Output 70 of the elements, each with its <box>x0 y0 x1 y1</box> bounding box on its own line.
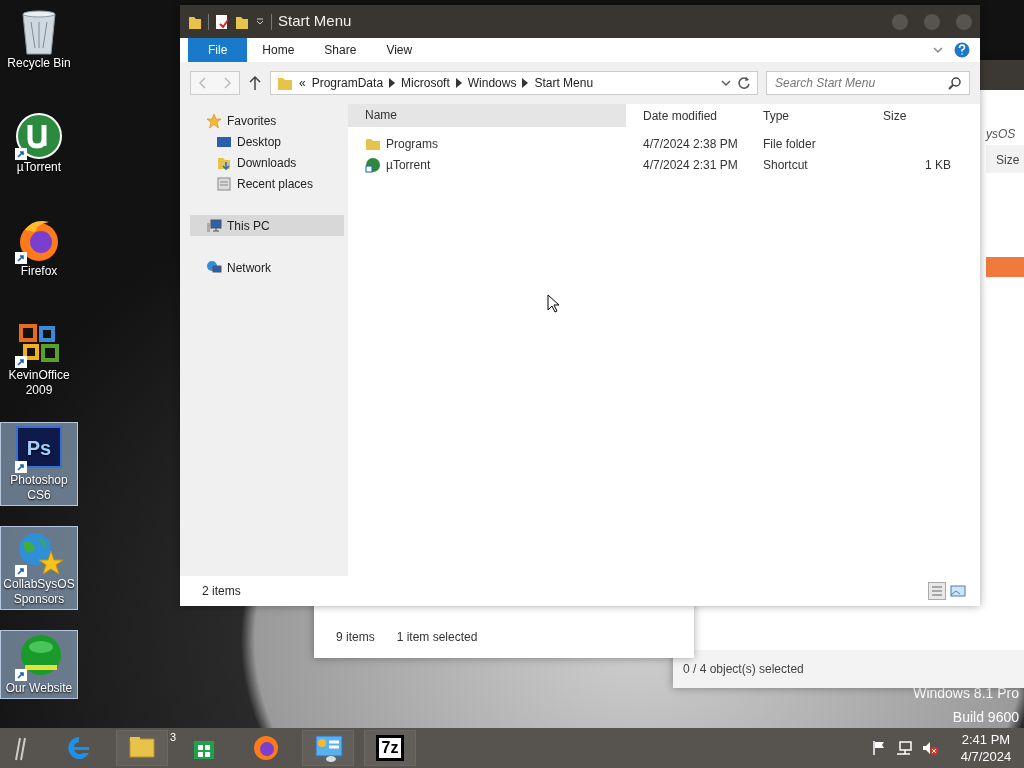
status-text: 1 item selected <box>396 629 478 646</box>
network-icon <box>206 259 222 276</box>
breadcrumb-text: ysOS <box>986 126 1017 143</box>
column-header[interactable]: Size <box>986 145 1024 173</box>
desktop-shortcut[interactable]: KevinOffice 2009 <box>0 318 78 400</box>
column-header[interactable]: Type <box>746 106 866 125</box>
nav-item[interactable]: Downloads <box>190 152 344 173</box>
recent-places-icon <box>216 175 232 192</box>
desktop-shortcut[interactable]: Our Website <box>0 630 78 699</box>
table-cell-text: 4/7/2024 2:31 PM <box>642 156 739 174</box>
picture-view-icon[interactable] <box>950 583 966 599</box>
column-header[interactable]: Date modified <box>626 106 746 125</box>
breadcrumb-item[interactable]: Microsoft <box>401 74 450 92</box>
star-icon <box>206 112 222 129</box>
overflow-chevron[interactable]: « <box>299 74 306 92</box>
table-cell-text: 1 KB <box>924 156 951 174</box>
breadcrumb-item[interactable]: Start Menu <box>534 74 594 92</box>
ribbon-tab[interactable]: Share <box>309 38 372 62</box>
control-panel-icon <box>313 733 343 763</box>
clock[interactable]: 2:41 PM 4/7/2024 <box>954 731 1018 765</box>
status-text: 0 / 4 object(s) selected <box>683 661 804 678</box>
utorrent-icon <box>365 156 381 173</box>
status-text: 2 items <box>202 583 241 600</box>
ribbon-tab[interactable]: Home <box>247 38 310 62</box>
desktop-shortcut[interactable]: µTorrent <box>0 110 78 177</box>
breadcrumb-item[interactable]: ProgramData <box>311 74 384 92</box>
desktop-shortcut[interactable]: Firefox <box>0 214 78 281</box>
os-version-text: Build 9600 <box>952 708 1019 726</box>
network-icon[interactable] <box>896 740 912 756</box>
window-title: Start Menu <box>278 11 353 32</box>
address-bar[interactable]: « ProgramData Microsoft Windows Start Menu <box>270 71 758 95</box>
nav-item[interactable]: Desktop <box>190 131 344 152</box>
document-check-icon[interactable] <box>215 13 229 30</box>
desktop-shortcut[interactable]: Recycle Bin <box>0 6 78 73</box>
search-icon[interactable] <box>948 76 962 90</box>
chevron-down-icon[interactable] <box>721 78 731 88</box>
triangle-icon <box>455 78 462 88</box>
nav-item[interactable]: This PC <box>190 215 344 236</box>
nav-item[interactable]: Network <box>190 257 344 278</box>
window-count-text: 3 <box>169 730 176 745</box>
nav-item[interactable]: Recent places <box>190 173 344 194</box>
triangle-icon <box>522 78 529 88</box>
table-cell-text: 4/7/2024 2:38 PM <box>642 135 739 153</box>
column-header[interactable]: Name <box>348 104 626 127</box>
highlight-bar <box>986 257 1024 277</box>
column-header[interactable]: Size <box>866 106 976 125</box>
firefox-icon <box>251 733 281 763</box>
taskbar-button[interactable]: 7z <box>364 730 416 766</box>
taskbar-button[interactable] <box>302 730 354 766</box>
7zip-icon: 7z <box>375 735 405 761</box>
file-name[interactable]: Programs <box>348 134 626 153</box>
nav-item[interactable]: Favorites <box>190 110 344 131</box>
triangle-icon <box>389 78 396 88</box>
breadcrumb-item[interactable]: Windows <box>467 74 517 92</box>
ribbon-tab[interactable]: File <box>188 38 248 62</box>
desktop-shortcut[interactable]: Ps Photoshop CS6 <box>0 422 78 506</box>
refresh-icon[interactable] <box>737 76 751 90</box>
search-field[interactable]: Search Start Menu <box>766 71 970 95</box>
mouse-cursor-icon <box>547 294 559 313</box>
folder-icon <box>277 75 293 91</box>
flag-icon[interactable] <box>872 740 886 756</box>
table-cell-text: File folder <box>762 135 817 153</box>
os-version-text: Windows 8.1 Pro <box>913 684 1019 702</box>
file-name[interactable]: µTorrent <box>348 155 626 174</box>
speaker-muted-icon[interactable] <box>922 740 938 756</box>
desktop-shortcut[interactable]: CollabSysOS Sponsors <box>0 526 78 610</box>
status-text: 9 items <box>336 629 375 646</box>
table-cell-text: Shortcut <box>762 156 809 174</box>
computer-icon <box>206 217 222 234</box>
ribbon-tab[interactable]: View <box>371 38 428 62</box>
